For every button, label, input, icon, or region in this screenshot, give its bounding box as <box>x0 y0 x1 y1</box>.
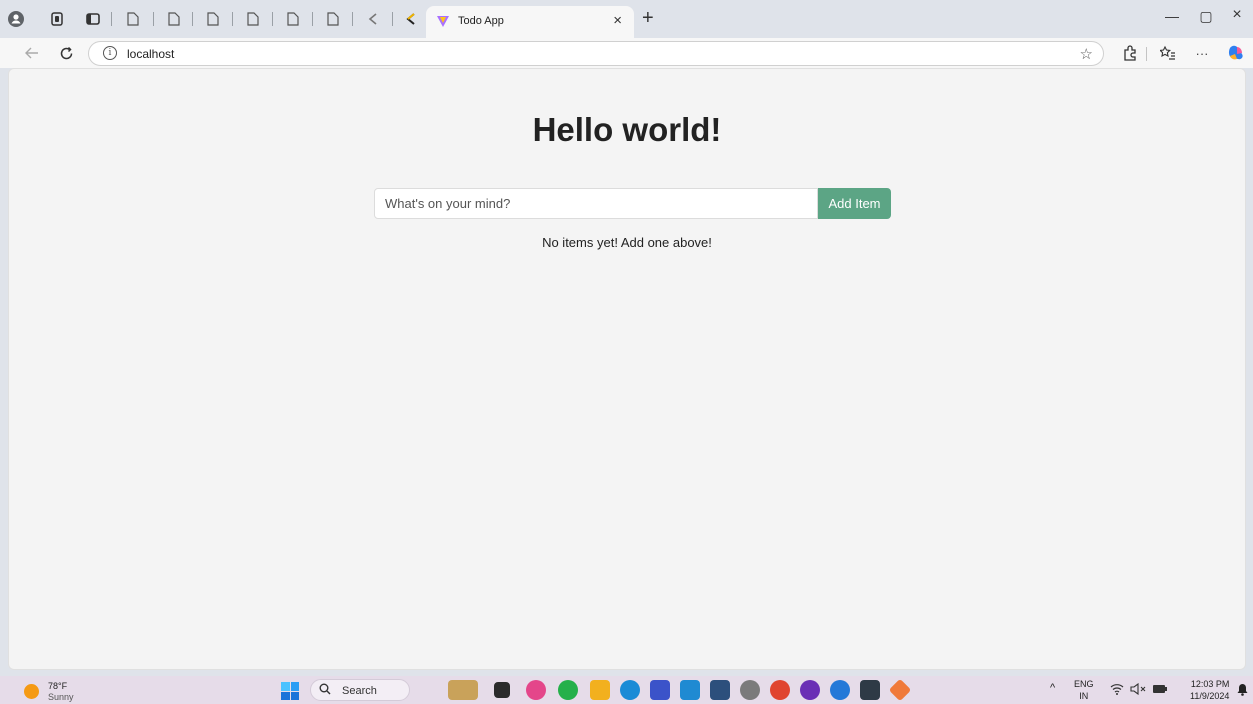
store-icon[interactable] <box>710 680 730 700</box>
extensions-icon[interactable] <box>1120 43 1140 63</box>
search-icon <box>319 683 331 698</box>
collections-icon[interactable] <box>1158 43 1178 63</box>
chevron-tab-icon[interactable] <box>403 11 419 27</box>
widget-app-icon[interactable] <box>448 680 478 700</box>
chevron-tab-icon[interactable] <box>365 11 381 27</box>
restore-button[interactable]: ▢ <box>1194 8 1218 25</box>
chrome-icon[interactable] <box>770 680 790 700</box>
github-desktop-icon[interactable] <box>800 680 820 700</box>
address-bar[interactable]: i localhost ☆ <box>88 41 1104 66</box>
sun-icon <box>24 684 39 699</box>
empty-list-message: No items yet! Add one above! <box>542 235 712 250</box>
terminal-icon[interactable] <box>860 680 880 700</box>
favorites-star-icon[interactable]: ☆ <box>1080 45 1093 63</box>
windows-start-icon[interactable] <box>281 682 299 700</box>
copilot-app-icon[interactable] <box>526 680 546 700</box>
page-icon[interactable] <box>325 11 341 27</box>
vite-logo-icon <box>436 15 450 33</box>
workspaces-icon[interactable] <box>48 10 66 28</box>
page-icon[interactable] <box>245 11 261 27</box>
language-bottom: IN <box>1079 691 1089 701</box>
profile-icon[interactable] <box>7 10 25 28</box>
page-icon[interactable] <box>285 11 301 27</box>
docker-icon[interactable] <box>830 680 850 700</box>
language-top: ENG <box>1074 679 1094 689</box>
wifi-icon[interactable] <box>1110 683 1124 704</box>
todo-input[interactable] <box>374 188 818 219</box>
search-label: Search <box>342 685 377 697</box>
info-icon[interactable]: i <box>103 46 117 60</box>
settings-icon[interactable] <box>740 680 760 700</box>
chevron-up-icon[interactable]: ^ <box>1050 682 1055 704</box>
clock[interactable]: 12:03 PM 11/9/2024 <box>1190 678 1229 702</box>
taskbar: 78°F Sunny Search ^ ENG IN 12:03 PM 11/9… <box>0 676 1253 704</box>
todo-form: Add Item <box>374 188 891 219</box>
page-icon[interactable] <box>166 11 182 27</box>
browser-toolbar: i localhost ☆ ··· <box>0 38 1253 68</box>
page-icon[interactable] <box>125 11 141 27</box>
url-text[interactable]: localhost <box>127 47 174 61</box>
more-icon[interactable]: ··· <box>1192 43 1212 63</box>
clock-date: 11/9/2024 <box>1190 691 1230 701</box>
taskbar-search[interactable]: Search <box>310 679 410 701</box>
battery-icon[interactable] <box>1152 684 1168 704</box>
weather-condition: Sunny <box>48 692 74 702</box>
copilot-icon[interactable] <box>1226 43 1246 63</box>
reload-icon[interactable] <box>56 43 76 63</box>
git-icon[interactable] <box>888 678 912 702</box>
back-icon[interactable] <box>22 43 42 63</box>
page-viewport: Hello world! Add Item No items yet! Add … <box>8 68 1246 670</box>
notification-bell-icon[interactable] <box>1237 683 1248 704</box>
page-title: Hello world! <box>532 111 722 148</box>
minimize-button[interactable]: — <box>1160 8 1184 24</box>
clock-time: 12:03 PM <box>1190 679 1230 689</box>
whatsapp-icon[interactable] <box>558 680 578 700</box>
weather-temp: 78°F <box>48 681 68 691</box>
tab-title: Todo App <box>458 15 504 27</box>
vscode-icon[interactable] <box>680 680 700 700</box>
tab-actions-icon[interactable] <box>84 10 102 28</box>
volume-muted-icon[interactable] <box>1130 682 1146 704</box>
task-view-icon[interactable] <box>494 682 510 698</box>
new-tab-button[interactable]: + <box>642 7 654 30</box>
add-item-button[interactable]: Add Item <box>818 188 891 219</box>
file-explorer-icon[interactable] <box>590 680 610 700</box>
edge-icon[interactable] <box>620 680 640 700</box>
close-window-button[interactable]: × <box>1225 6 1249 24</box>
page-icon[interactable] <box>205 11 221 27</box>
language-indicator[interactable]: ENG IN <box>1074 678 1094 702</box>
active-tab[interactable]: Todo App × <box>426 6 634 38</box>
zulip-icon[interactable] <box>650 680 670 700</box>
close-tab-button[interactable]: × <box>613 12 622 29</box>
tab-strip: Todo App × + — ▢ × <box>0 0 1253 38</box>
